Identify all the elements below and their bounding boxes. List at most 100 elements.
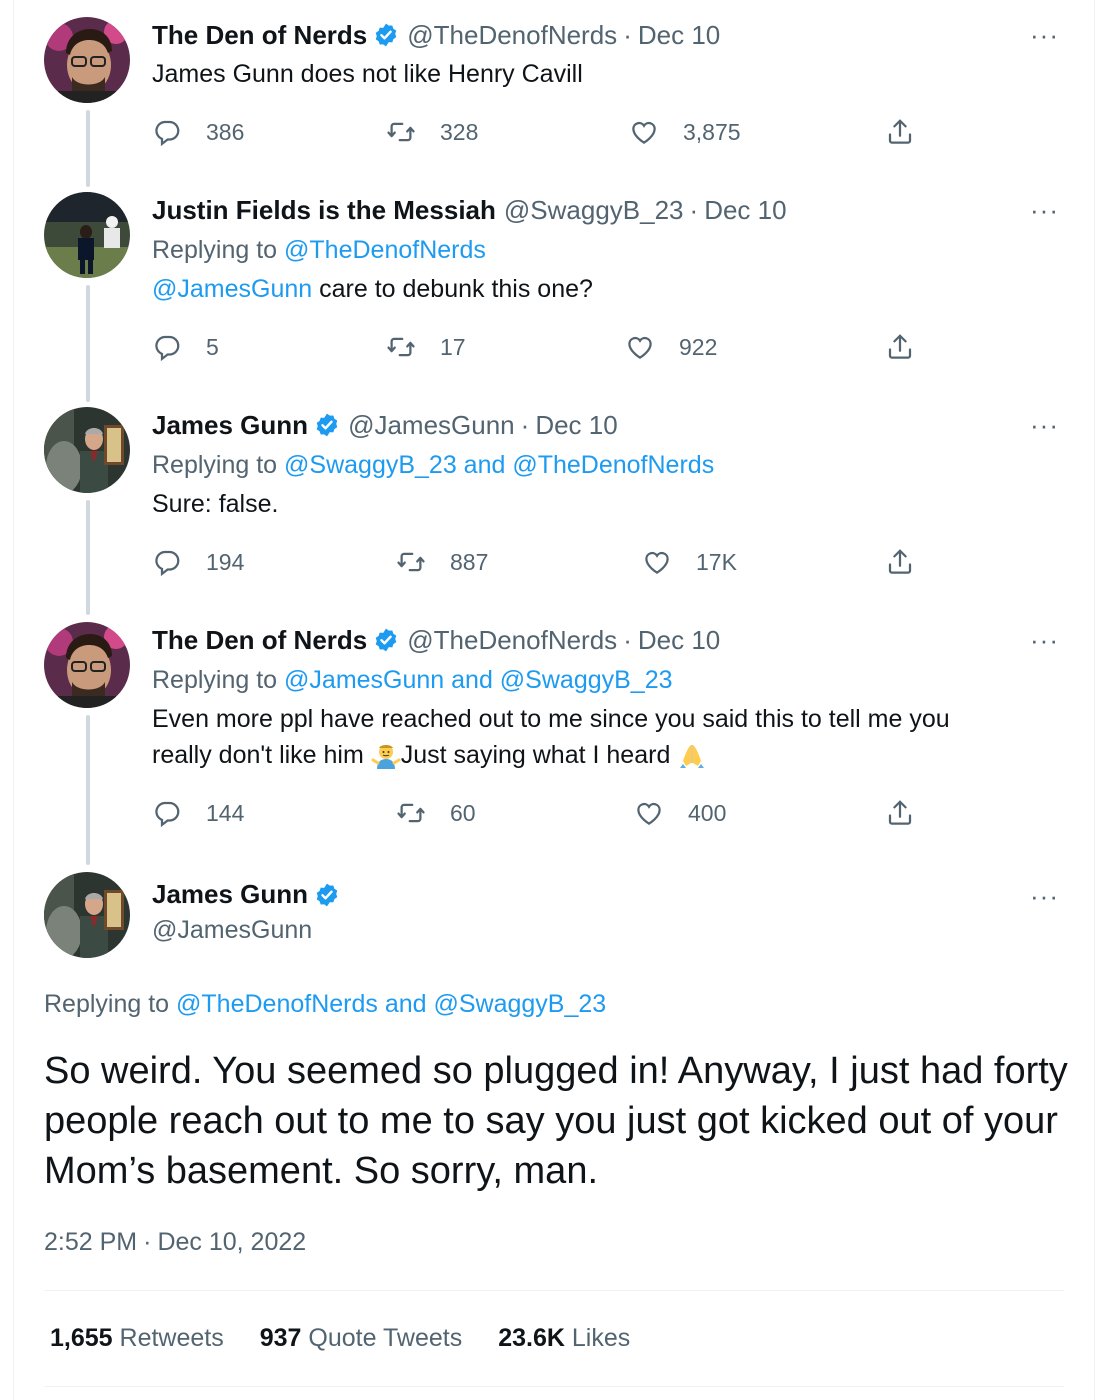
- mention-link[interactable]: @JamesGunn: [152, 275, 312, 303]
- reply-icon: [152, 798, 182, 828]
- handle[interactable]: @JamesGunn: [348, 410, 515, 441]
- retweet-count: 60: [450, 799, 476, 826]
- main-tweet-text: So weird. You seemed so plugged in! Anyw…: [44, 1050, 1068, 1192]
- tweet-actions: 5 17 922: [152, 331, 922, 363]
- avatar[interactable]: [44, 17, 130, 103]
- tweet-header: The Den of Nerds @TheDenofNerds · Dec 10: [152, 623, 720, 657]
- share-button[interactable]: [885, 116, 915, 148]
- replying-to-label: Replying to: [152, 451, 285, 479]
- verified-badge-icon: [314, 412, 340, 438]
- tweet-text-part: Just saying what I heard: [400, 741, 678, 769]
- like-button[interactable]: 3,875: [629, 116, 741, 148]
- like-button[interactable]: 922: [625, 331, 717, 363]
- reply-button[interactable]: 386: [152, 116, 244, 148]
- main-tweet-author: James Gunn: [152, 879, 340, 910]
- reply-mention-link[interactable]: @SwaggyB_23 and @TheDenofNerds: [284, 451, 714, 479]
- tweet-text: Sure: false.: [152, 490, 279, 518]
- likes-count: 23.6K: [498, 1324, 565, 1352]
- like-button[interactable]: 400: [634, 797, 726, 829]
- share-icon: [885, 332, 915, 362]
- handle[interactable]: @SwaggyB_23: [504, 195, 684, 226]
- display-name[interactable]: The Den of Nerds: [152, 20, 367, 51]
- tweet-text-body: care to debunk this one?: [312, 275, 593, 303]
- reply-icon: [152, 547, 182, 577]
- handle[interactable]: @TheDenofNerds: [407, 625, 617, 656]
- thread-line: [86, 285, 90, 402]
- thread-line: [86, 110, 90, 187]
- share-icon: [885, 547, 915, 577]
- reply-count: 386: [206, 118, 245, 145]
- tweet-text: @JamesGunn care to debunk this one?: [152, 275, 593, 304]
- divider: [44, 1290, 1064, 1291]
- share-button[interactable]: [885, 546, 915, 578]
- retweet-button[interactable]: 887: [396, 546, 488, 578]
- man-shrugging-emoji: [371, 741, 401, 771]
- display-name[interactable]: James Gunn: [152, 410, 308, 441]
- replying-to-label: Replying to: [152, 236, 285, 264]
- more-icon[interactable]: ···: [1030, 625, 1059, 656]
- tweet-text-part: really don't like him: [152, 741, 371, 769]
- more-icon[interactable]: ···: [1030, 195, 1059, 226]
- separator: ·: [143, 1228, 152, 1256]
- folded-hands-emoji: [677, 741, 707, 771]
- handle[interactable]: @TheDenofNerds: [407, 20, 617, 51]
- like-count: 17K: [696, 548, 737, 575]
- reply-button[interactable]: 194: [152, 546, 244, 578]
- display-name[interactable]: James Gunn: [152, 879, 308, 910]
- verified-badge-icon: [373, 22, 399, 48]
- more-icon[interactable]: ···: [1030, 20, 1059, 51]
- replying-to: Replying to @SwaggyB_23 and @TheDenofNer…: [152, 451, 714, 480]
- likes-stat[interactable]: 23.6K Likes: [498, 1324, 630, 1353]
- replying-to: Replying to @JamesGunn and @SwaggyB_23: [152, 666, 673, 695]
- likes-label: Likes: [571, 1324, 631, 1352]
- retweets-count: 1,655: [50, 1324, 113, 1352]
- share-button[interactable]: [885, 331, 915, 363]
- retweet-icon: [386, 332, 416, 362]
- retweet-button[interactable]: 17: [386, 331, 466, 363]
- handle[interactable]: @JamesGunn: [152, 916, 312, 945]
- retweet-button[interactable]: 60: [396, 797, 476, 829]
- share-icon: [885, 798, 915, 828]
- tweet-header: The Den of Nerds @TheDenofNerds · Dec 10: [152, 18, 720, 52]
- separator: ·: [623, 19, 632, 50]
- retweets-stat[interactable]: 1,655 Retweets: [50, 1324, 224, 1353]
- share-button[interactable]: [885, 797, 915, 829]
- thread-line: [86, 500, 90, 615]
- avatar[interactable]: [44, 622, 130, 708]
- reply-count: 5: [206, 333, 219, 360]
- reply-button[interactable]: 5: [152, 331, 219, 363]
- share-icon: [885, 117, 915, 147]
- like-button[interactable]: 17K: [642, 546, 737, 578]
- quote-tweets-stat[interactable]: 937 Quote Tweets: [260, 1324, 462, 1353]
- display-name[interactable]: Justin Fields is the Messiah: [152, 195, 496, 226]
- tweet-date[interactable]: Dec 10: [535, 410, 617, 441]
- tweet-actions: 194 887 17K: [152, 546, 922, 578]
- tweet-timestamp[interactable]: 2:52 PM · Dec 10, 2022: [44, 1228, 306, 1257]
- like-icon: [629, 117, 659, 147]
- quote-tweets-count: 937: [259, 1324, 302, 1352]
- tweet-time: 2:52 PM: [44, 1228, 138, 1256]
- reply-count: 144: [206, 799, 245, 826]
- retweet-button[interactable]: 328: [386, 116, 478, 148]
- replying-to-label: Replying to: [152, 666, 285, 694]
- tweet-date[interactable]: Dec 10: [638, 625, 720, 656]
- tweet-date[interactable]: Dec 10: [638, 20, 720, 51]
- more-icon[interactable]: ···: [1030, 410, 1059, 441]
- thread-line: [86, 715, 90, 865]
- tweet-text-line-2: really don't like him Just saying what I…: [152, 741, 707, 771]
- like-count: 922: [679, 333, 718, 360]
- reply-mention-link[interactable]: @JamesGunn and @SwaggyB_23: [284, 666, 672, 694]
- retweets-label: Retweets: [119, 1324, 224, 1352]
- avatar[interactable]: [44, 872, 130, 958]
- more-icon[interactable]: ···: [1030, 881, 1059, 912]
- retweet-icon: [396, 547, 426, 577]
- display-name[interactable]: The Den of Nerds: [152, 625, 367, 656]
- avatar[interactable]: [44, 407, 130, 493]
- reply-button[interactable]: 144: [152, 797, 244, 829]
- divider: [44, 1386, 1064, 1387]
- reply-mention-link[interactable]: @TheDenofNerds and @SwaggyB_23: [176, 990, 606, 1018]
- retweet-icon: [386, 117, 416, 147]
- reply-mention-link[interactable]: @TheDenofNerds: [284, 236, 486, 264]
- avatar[interactable]: [44, 192, 130, 278]
- tweet-date[interactable]: Dec 10: [704, 195, 786, 226]
